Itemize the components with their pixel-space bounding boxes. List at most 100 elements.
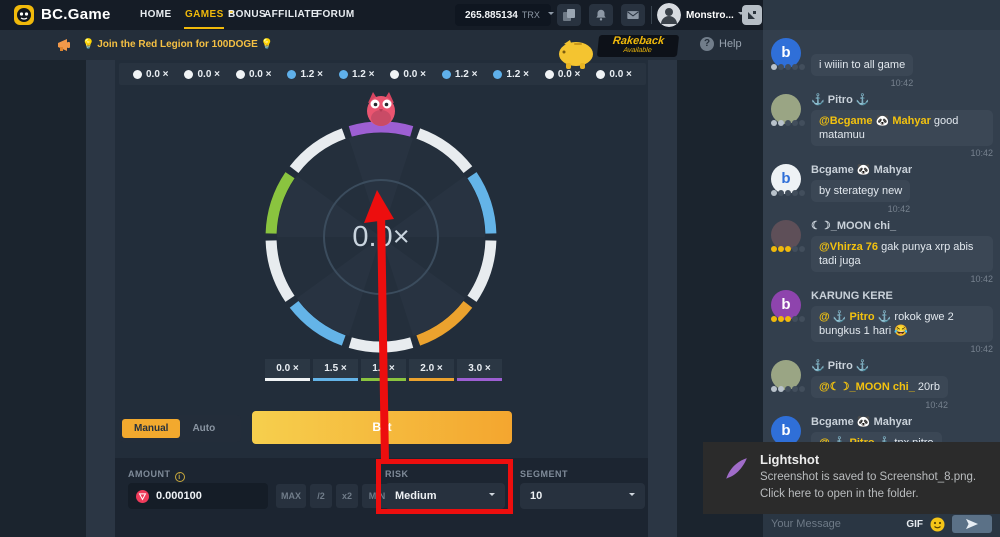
chat-timestamp: 10:42 [888,204,911,214]
rakeback-piggy-icon[interactable] [554,32,598,72]
mention[interactable]: @☾☽_MOON chi_ [819,381,915,393]
chat-username[interactable]: Bcgame 🐼 Mahyar [811,416,994,429]
bet-button[interactable]: Bet [252,411,512,444]
history-chip: 0.0 × [133,69,169,80]
collapse-chat-button[interactable] [742,5,762,25]
gif-button[interactable]: GIF [906,519,923,530]
result-dot [545,70,554,79]
help-button[interactable]: ? Help [700,37,742,51]
chat-username[interactable]: ⚓ Pitro ⚓ [811,360,994,373]
level-dot [785,316,791,322]
segment-select[interactable]: 10 [520,483,645,509]
avatar-image [657,3,681,27]
legend-cell: 1.5 × [313,359,358,381]
level-dot [792,120,798,126]
mention[interactable]: @Vhirza 76 [819,241,878,253]
level-dot [778,120,784,126]
level-dot [785,386,791,392]
question-icon: ? [700,37,714,51]
nav-bonus[interactable]: BONUS [228,0,266,30]
legend-cell: 1.7 × [361,359,406,381]
level-dot [778,316,784,322]
result-dot [442,70,451,79]
chat-username[interactable]: ⚓ Pitro ⚓ [811,94,994,107]
corner-arrow-icon [746,9,758,21]
level-dot [792,64,798,70]
chat-username[interactable] [811,38,994,51]
messages-button[interactable] [621,4,645,26]
chat-bubble: @Bcgame 🐼 Mahyar good matamuu [811,110,993,146]
result-value: 1.2 × [300,69,323,80]
legend-cell: 2.0 × [409,359,454,381]
manual-tab[interactable]: Manual [122,419,180,438]
lightshot-notification[interactable]: Lightshot Screenshot is saved to Screens… [703,442,1000,514]
chat-input-bar: Your Message GIF [763,511,1000,537]
chat-username[interactable]: ☾☽_MOON chi_ [811,220,994,233]
max-button[interactable]: MAX [276,484,306,508]
user-level-badges [771,190,809,196]
divider [651,6,652,24]
nav-games-active-underline [184,27,224,29]
username-dropdown[interactable]: Monstro... [686,10,744,21]
rakeback-badge[interactable]: Rakeback Available [597,35,679,57]
nav-home[interactable]: HOME [140,0,172,30]
history-chip: 1.2 × [442,69,478,80]
user-avatar[interactable] [657,3,681,27]
emoji-button[interactable] [930,517,945,532]
level-dot [771,120,777,126]
nav-games[interactable]: GAMES [185,0,234,30]
balance-dropdown[interactable]: 265.885134 TRX [455,4,551,26]
result-value: 1.2 × [506,69,529,80]
chat-panel: b i wiiiin to all game 10:42 ⚓ Pitro ⚓ @… [763,30,1000,512]
megaphone-icon [56,36,74,54]
legend-color-bar [409,378,454,381]
user-level-badges [771,64,809,70]
double-button[interactable]: x2 [336,484,358,508]
level-dot [785,64,791,70]
nav-forum[interactable]: FORUM [316,0,355,30]
chat-text: i wiiiin to all game [819,59,905,71]
user-level-badges [771,316,809,322]
info-icon[interactable]: i [175,472,185,482]
chat-bubble: @Vhirza 76 gak punya xrp abis tadi juga [811,236,993,272]
mode-toggle: Manual Auto [119,415,241,442]
chat-username[interactable]: Bcgame 🐼 Mahyar [811,164,994,177]
user-level-badges [771,246,809,252]
chat-username[interactable]: KARUNG KERE [811,290,994,303]
balance-amount: 265.885134 [465,10,518,21]
banner-text[interactable]: 💡 Join the Red Legion for 100DOGE 💡 [82,39,273,50]
mention[interactable]: @Bcgame 🐼 Mahyar [819,115,931,127]
legend-value: 1.5 × [313,359,358,374]
result-value: 1.2 × [455,69,478,80]
level-dot [785,190,791,196]
level-dot [771,246,777,252]
chat-timestamp: 10:42 [925,400,948,410]
send-arrow-icon [965,518,979,530]
result-dot [493,70,502,79]
chat-timestamp: 10:42 [970,344,993,354]
legend-value: 2.0 × [409,359,454,374]
chat-header: Global [763,0,1000,30]
chat-bubble: by sterategy new [811,180,910,202]
chat-bubble: @ ⚓ Pitro ⚓ rokok gwe 2 bungkus 1 hari 😂 [811,306,993,342]
chevron-down-icon [489,493,495,499]
mention[interactable]: @ ⚓ Pitro ⚓ [819,311,891,323]
level-dot [778,386,784,392]
bc-game-app: BC.Game HOME GAMES BONUS AFFILIATE FORUM… [0,0,1000,537]
trx-coin-icon [136,490,149,503]
message-input[interactable]: Your Message [771,518,899,530]
amount-input[interactable]: 0.000100 [128,483,268,509]
chat-bubble: i wiiiin to all game [811,54,913,76]
notifications-button[interactable] [589,4,613,26]
history-chip: 0.0 × [596,69,632,80]
risk-select[interactable]: Medium [385,483,505,509]
nav-affiliate[interactable]: AFFILIATE [264,0,318,30]
toast-line2[interactable]: Click here to open in the folder. [760,488,919,500]
half-button[interactable]: /2 [310,484,332,508]
bc-game-logo-icon[interactable] [13,4,35,26]
send-button[interactable] [952,515,992,533]
auto-tab[interactable]: Auto [180,419,227,438]
level-dot [799,64,805,70]
chat-message: b i wiiiin to all game 10:42 [771,38,994,88]
wallet-button[interactable] [557,4,581,26]
